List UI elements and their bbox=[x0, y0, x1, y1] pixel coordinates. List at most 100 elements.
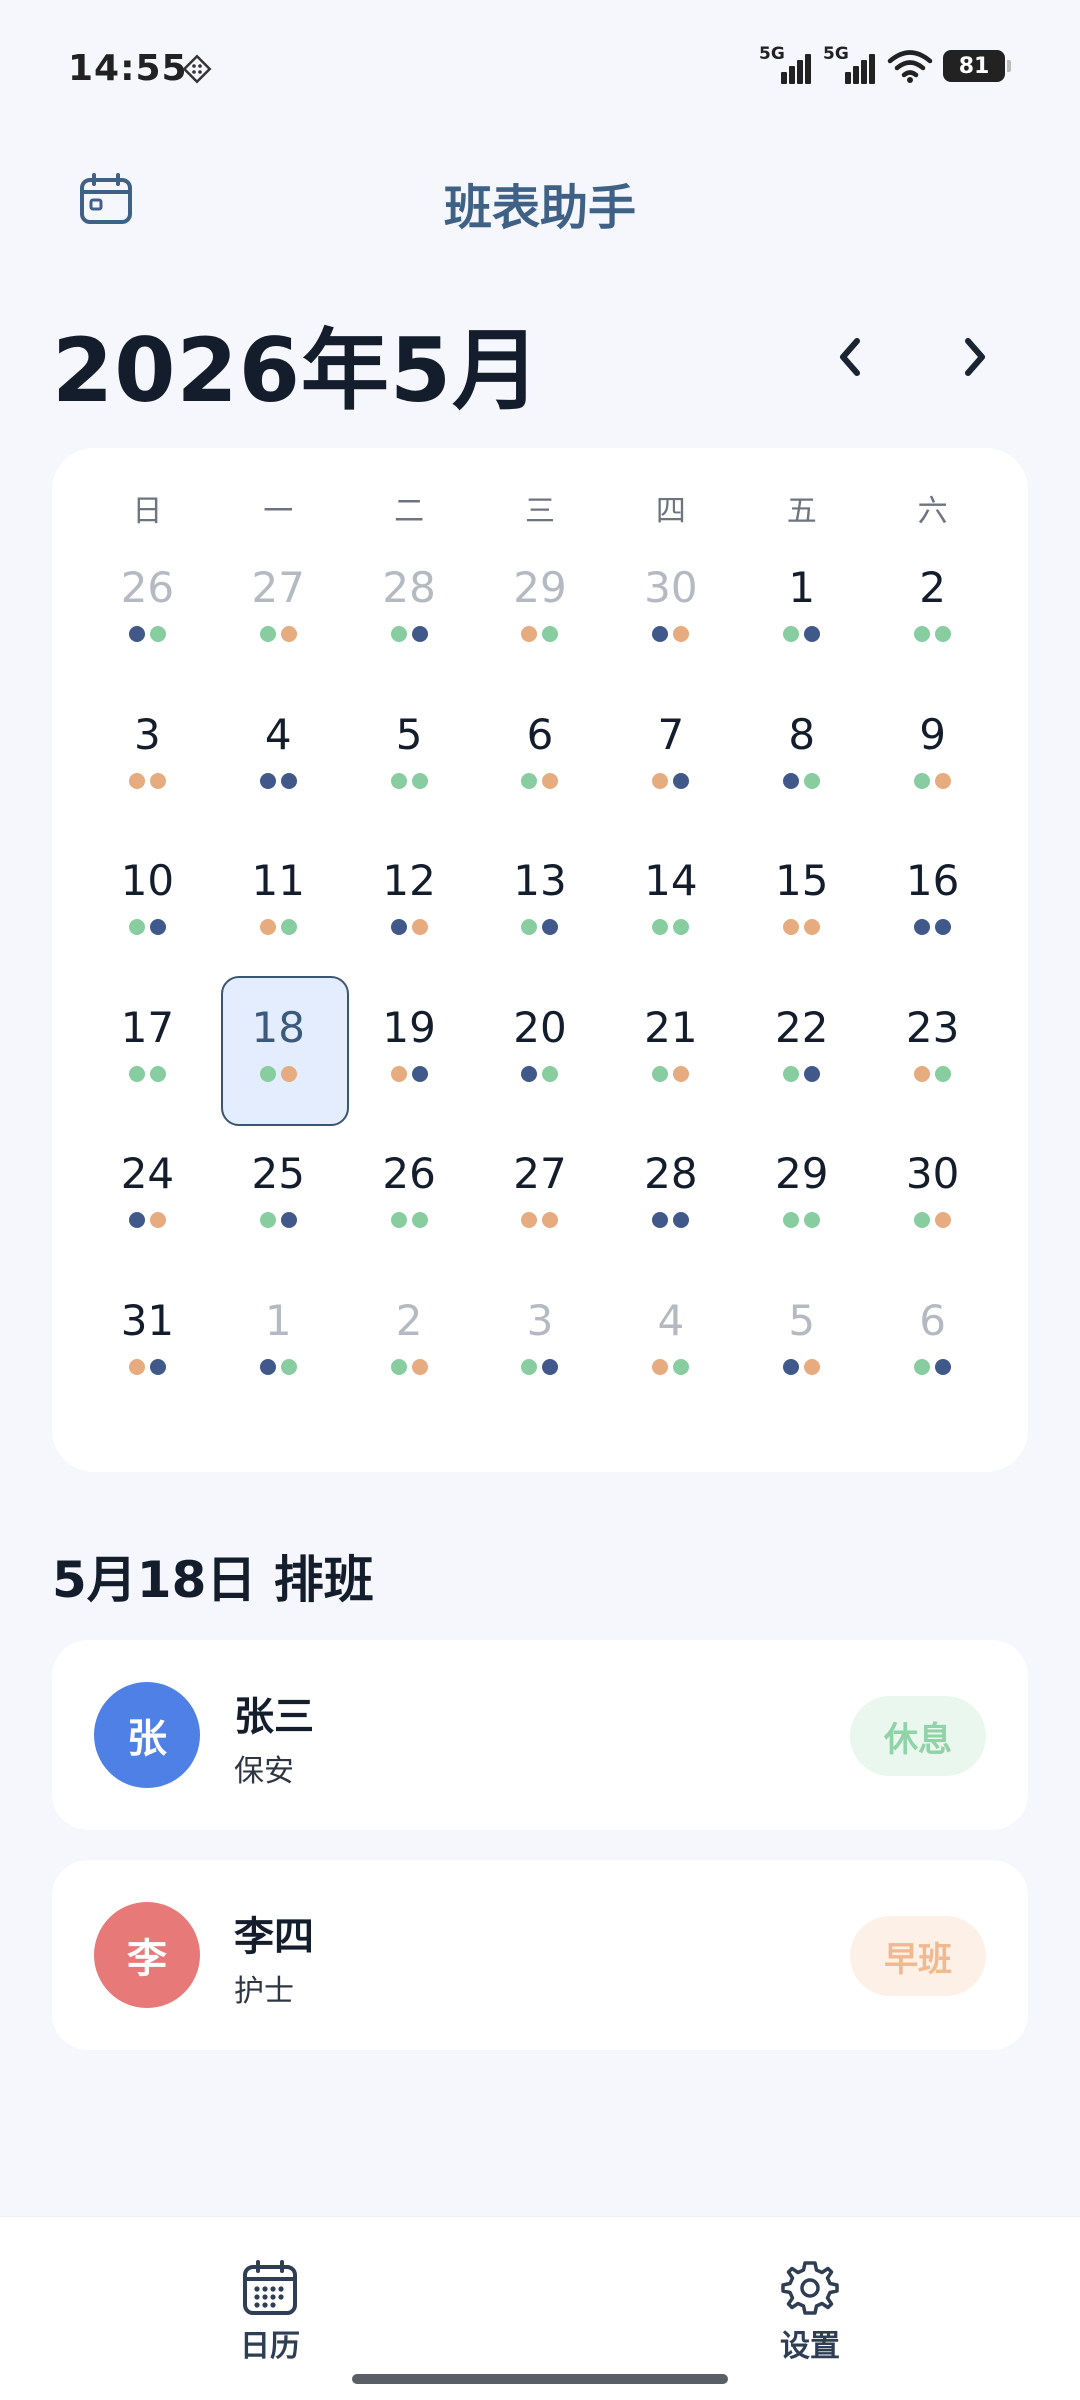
calendar-day[interactable]: 31 bbox=[82, 1289, 213, 1436]
schedule-title: 5月18日 排班 bbox=[52, 1551, 374, 1609]
calendar-day[interactable]: 5 bbox=[344, 703, 475, 850]
calendar-day[interactable]: 28 bbox=[344, 556, 475, 703]
weekday-label: 四 bbox=[655, 494, 686, 529]
calendar-day[interactable]: 24 bbox=[82, 1142, 213, 1289]
calendar-day-selected[interactable]: 18 bbox=[213, 975, 349, 1143]
shift-dots bbox=[914, 1065, 952, 1082]
calendar-day[interactable]: 17 bbox=[82, 996, 213, 1143]
calendar-day[interactable]: 14 bbox=[605, 849, 736, 996]
calendar-day[interactable]: 30 bbox=[605, 556, 736, 703]
calendar-day[interactable]: 9 bbox=[867, 703, 998, 850]
shift-dot-orange bbox=[280, 1065, 297, 1082]
calendar-day[interactable]: 28 bbox=[605, 1142, 736, 1289]
calendar-day[interactable]: 20 bbox=[475, 996, 606, 1143]
calendar-day[interactable]: 21 bbox=[605, 996, 736, 1143]
calendar-day[interactable]: 27 bbox=[475, 1142, 606, 1289]
day-number: 13 bbox=[513, 856, 567, 905]
status-notification-icon bbox=[182, 54, 212, 84]
nav-item-calendar[interactable]: 日历 bbox=[200, 2259, 340, 2365]
shift-dot-blue bbox=[783, 772, 800, 789]
calendar-day[interactable]: 5 bbox=[736, 1289, 867, 1436]
bottom-nav: 日历 设置 bbox=[0, 2216, 1080, 2400]
chevron-right-icon bbox=[965, 338, 985, 376]
calendar-day[interactable]: 12 bbox=[344, 849, 475, 996]
shift-dot-green bbox=[914, 626, 931, 642]
calendar-day[interactable]: 29 bbox=[736, 1142, 867, 1289]
shift-dot-blue bbox=[914, 919, 931, 935]
status-bar: 14:55 5G 5G 81 bbox=[0, 0, 1080, 140]
day-number: 23 bbox=[905, 1002, 960, 1052]
shift-dots bbox=[783, 772, 821, 789]
shift-dot-orange bbox=[935, 772, 952, 789]
calendar-day[interactable]: 16 bbox=[867, 849, 998, 996]
calendar-day[interactable]: 11 bbox=[213, 849, 344, 996]
day-number: 24 bbox=[120, 1149, 175, 1198]
shift-dot-green bbox=[804, 772, 821, 789]
home-indicator[interactable] bbox=[352, 2374, 728, 2384]
shift-dots bbox=[914, 772, 952, 789]
shift-dots bbox=[128, 919, 166, 935]
calendar-day[interactable]: 1 bbox=[213, 1289, 344, 1436]
calendar-day[interactable]: 26 bbox=[344, 1142, 475, 1289]
shift-dot-orange bbox=[652, 1358, 669, 1375]
shift-dots bbox=[914, 1212, 952, 1228]
calendar-day[interactable]: 22 bbox=[736, 996, 867, 1143]
shift-dot-green bbox=[128, 919, 145, 935]
day-number: 11 bbox=[251, 856, 305, 905]
calendar-day[interactable]: 29 bbox=[475, 556, 606, 703]
shift-dot-green bbox=[914, 772, 931, 789]
next-month-button[interactable] bbox=[940, 322, 1010, 392]
prev-month-button[interactable] bbox=[815, 322, 885, 392]
calendar-day[interactable]: 4 bbox=[605, 1289, 736, 1436]
shift-dots bbox=[521, 772, 559, 789]
app-screen: 14:55 5G 5G 81 班表助手 2026年5月 日 一 二 三 四 五 … bbox=[0, 0, 1080, 2400]
shift-dot-green bbox=[280, 1358, 297, 1375]
shift-card[interactable]: 张 张三 保安 休息 bbox=[52, 1640, 1028, 1830]
nav-item-settings[interactable]: 设置 bbox=[740, 2259, 880, 2365]
calendar-day[interactable]: 6 bbox=[475, 703, 606, 850]
day-number: 30 bbox=[905, 1149, 960, 1198]
calendar-day[interactable]: 3 bbox=[82, 703, 213, 850]
weekday-label: 六 bbox=[917, 494, 948, 529]
calendar-day[interactable]: 15 bbox=[736, 849, 867, 996]
shift-dot-green bbox=[542, 626, 559, 642]
shift-badge[interactable]: 休息 bbox=[850, 1696, 986, 1776]
calendar-day[interactable]: 7 bbox=[605, 703, 736, 850]
calendar-day[interactable]: 8 bbox=[736, 703, 867, 850]
shift-dot-blue bbox=[673, 772, 690, 789]
day-number: 26 bbox=[382, 1149, 436, 1198]
calendar-day[interactable]: 23 bbox=[867, 996, 998, 1143]
day-number: 12 bbox=[382, 856, 436, 905]
shift-dot-green bbox=[673, 919, 690, 935]
shift-dot-blue bbox=[128, 1212, 145, 1228]
calendar-day[interactable]: 10 bbox=[82, 849, 213, 996]
calendar-day[interactable]: 2 bbox=[344, 1289, 475, 1436]
calendar-day[interactable]: 6 bbox=[867, 1289, 998, 1436]
calendar-day[interactable]: 19 bbox=[344, 996, 475, 1143]
shift-dot-green bbox=[914, 1212, 931, 1228]
day-number: 27 bbox=[251, 563, 305, 612]
calendar-day[interactable]: 1 bbox=[736, 556, 867, 703]
calendar-day[interactable]: 25 bbox=[213, 1142, 344, 1289]
day-number: 22 bbox=[774, 1002, 829, 1052]
calendar-day[interactable]: 4 bbox=[213, 703, 344, 850]
calendar-day[interactable]: 13 bbox=[475, 849, 606, 996]
calendar-day[interactable]: 30 bbox=[867, 1142, 998, 1289]
shift-dot-green bbox=[390, 626, 407, 642]
calendar-day[interactable]: 26 bbox=[82, 556, 213, 703]
day-number: 3 bbox=[134, 709, 161, 759]
shift-dot-green bbox=[390, 1358, 407, 1375]
shift-badge[interactable]: 早班 bbox=[850, 1916, 986, 1996]
shift-dot-green bbox=[390, 772, 407, 789]
calendar-day[interactable]: 27 bbox=[213, 556, 344, 703]
shift-dot-blue bbox=[411, 1065, 428, 1082]
shift-dot-blue bbox=[652, 626, 669, 642]
calendar-day[interactable]: 2 bbox=[867, 556, 998, 703]
shift-dot-blue bbox=[259, 772, 276, 789]
shift-dot-orange bbox=[783, 919, 800, 935]
calendar-day[interactable]: 3 bbox=[475, 1289, 606, 1436]
shift-card[interactable]: 李 李四 护士 早班 bbox=[52, 1860, 1028, 2050]
shift-dot-green bbox=[259, 1065, 276, 1082]
shift-dot-blue bbox=[259, 1358, 276, 1375]
shift-dot-blue bbox=[411, 626, 428, 642]
